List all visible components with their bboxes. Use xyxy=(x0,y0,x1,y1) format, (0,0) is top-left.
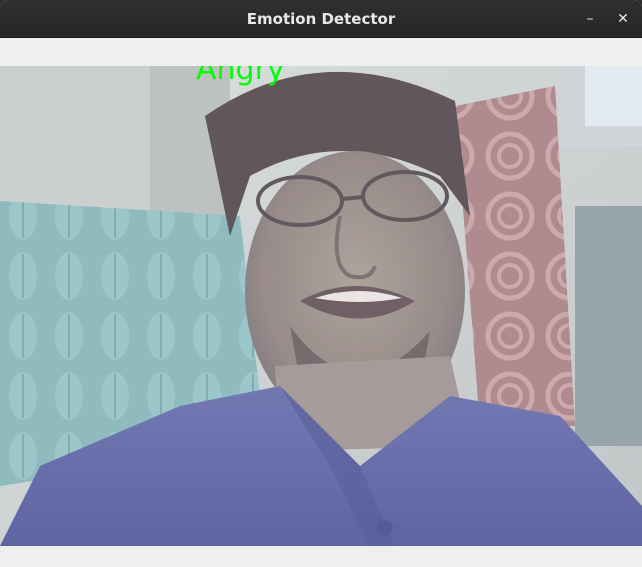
window-title: Emotion Detector xyxy=(246,10,396,28)
minimize-icon: – xyxy=(586,11,594,27)
app-window: Emotion Detector – ✕ Angry xyxy=(0,0,642,567)
camera-feed: Angry xyxy=(0,66,642,546)
bottom-blank-area xyxy=(0,546,642,567)
close-icon: ✕ xyxy=(617,11,629,27)
close-button[interactable]: ✕ xyxy=(612,8,634,30)
title-bar[interactable]: Emotion Detector – ✕ xyxy=(0,0,642,38)
camera-frame-image xyxy=(0,66,642,546)
emotion-label: Angry xyxy=(196,66,285,87)
minimize-button[interactable]: – xyxy=(579,8,601,30)
top-blank-area xyxy=(0,38,642,66)
